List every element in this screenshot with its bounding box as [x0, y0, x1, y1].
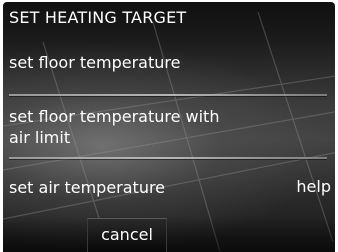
option-set-floor-temperature-with-air-limit[interactable]: set floor temperature with air limit [9, 106, 327, 148]
option-label-line-1: set floor temperature with [9, 107, 220, 126]
option-label: set air temperature [9, 178, 166, 197]
option-set-air-temperature[interactable]: set air temperature [9, 177, 165, 198]
divider [9, 157, 327, 159]
cancel-label: cancel [101, 225, 153, 244]
divider [9, 94, 327, 96]
option-label: set floor temperature [9, 53, 181, 72]
cancel-button[interactable]: cancel [87, 218, 167, 252]
option-set-floor-temperature[interactable]: set floor temperature [9, 52, 327, 73]
option-label-line-2: air limit [9, 128, 71, 147]
bottom-bar [3, 216, 335, 252]
page-title: SET HEATING TARGET [9, 8, 187, 27]
thermostat-screen: SET HEATING TARGET set floor temperature… [3, 2, 335, 252]
help-button[interactable]: help [296, 177, 331, 196]
